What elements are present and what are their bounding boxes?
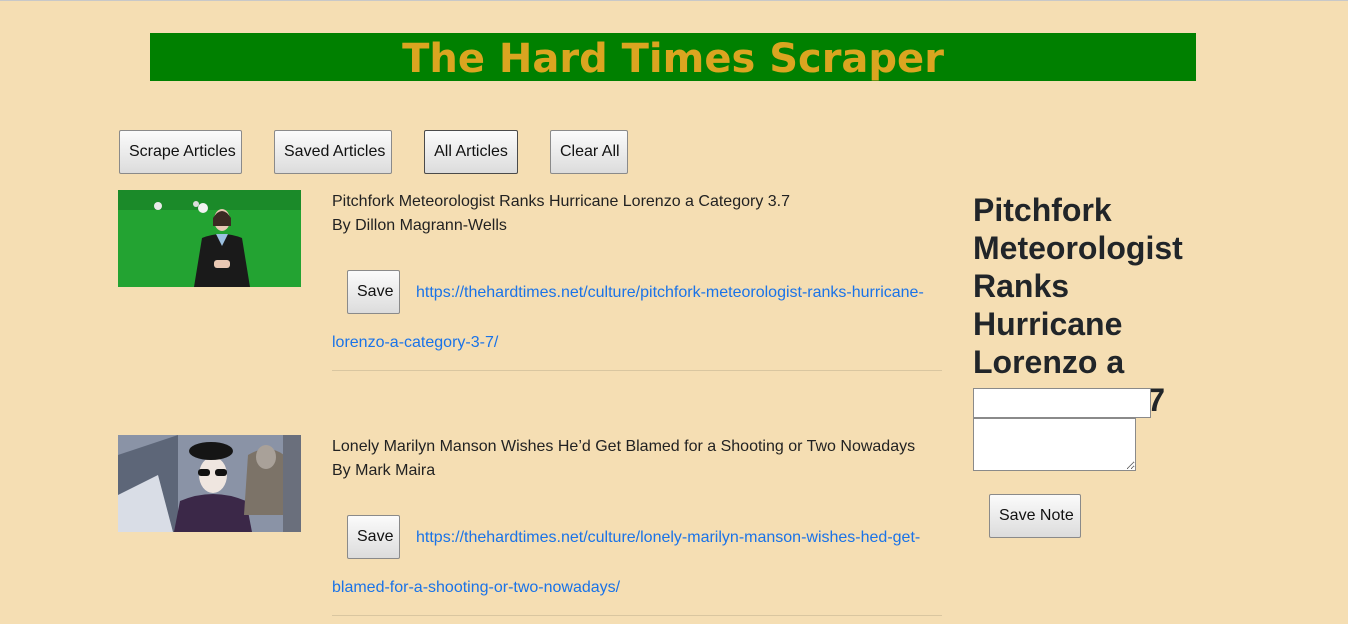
article-thumbnail [118,435,301,532]
article-link[interactable]: https://thehardtimes.net/culture/pitchfo… [332,268,942,368]
article-author: By Mark Maira [332,462,436,479]
article-link-line-1: https://thehardtimes.net/culture/lonely-… [416,529,921,546]
note-title-input[interactable] [973,388,1151,418]
page-title: The Hard Times Scraper [402,36,944,82]
article-link-line-2: blamed-for-a-shooting-or-two-nowadays/ [332,579,621,596]
all-articles-button[interactable]: All Articles [424,130,518,174]
article-title: Pitchfork Meteorologist Ranks Hurricane … [332,193,790,210]
article-link-line-1: https://thehardtimes.net/culture/pitchfo… [416,284,924,301]
article-title: Lonely Marilyn Manson Wishes He’d Get Bl… [332,438,916,455]
page: The Hard Times Scraper Scrape Articles S… [0,0,1348,624]
article-divider [332,615,942,616]
scrape-articles-button[interactable]: Scrape Articles [119,130,242,174]
note-article-title: Pitchfork Meteorologist Ranks Hurricane … [973,192,1183,418]
article-link-line-2: lorenzo-a-category-3-7/ [332,334,499,351]
save-note-button[interactable]: Save Note [989,494,1081,538]
saved-articles-button[interactable]: Saved Articles [274,130,392,174]
header-banner: The Hard Times Scraper [150,33,1196,82]
note-body-textarea[interactable] [973,418,1136,471]
article-thumbnail [118,190,301,287]
clear-all-button[interactable]: Clear All [550,130,628,174]
article-author: By Dillon Magrann-Wells [332,217,507,234]
article-divider [332,370,942,371]
article-link[interactable]: https://thehardtimes.net/culture/lonely-… [332,513,942,613]
